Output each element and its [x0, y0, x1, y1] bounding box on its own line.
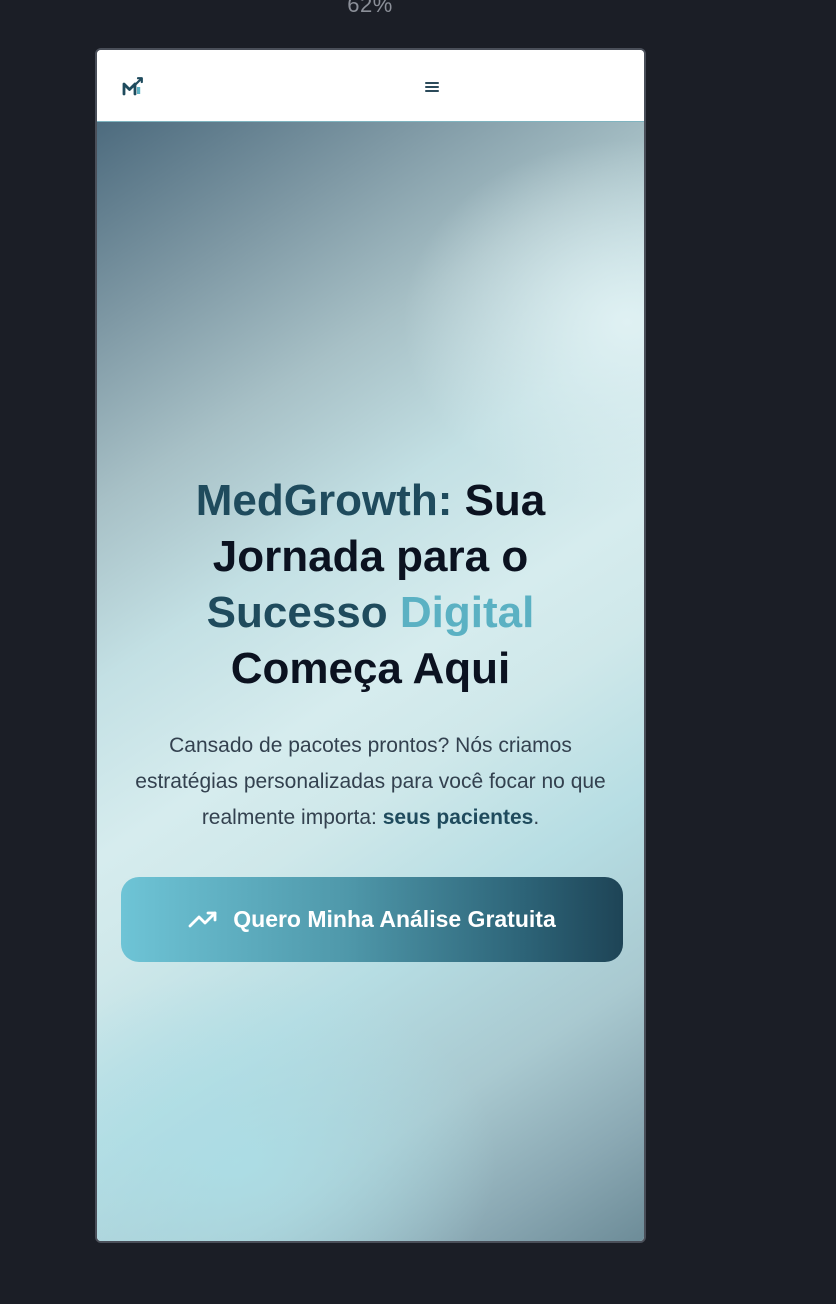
zoom-level-label: 62% [347, 0, 393, 17]
top-navbar [97, 50, 644, 122]
mobile-preview-frame: MedGrowth: Sua Jornada para o Sucesso Di… [95, 48, 646, 1243]
hero-title-brand: MedGrowth: [195, 476, 453, 525]
chart-growth-logo-icon [122, 77, 143, 96]
hero-title-space [388, 588, 400, 637]
hero-title: MedGrowth: Sua Jornada para o Sucesso Di… [137, 473, 604, 697]
cta-button-label: Quero Minha Análise Gratuita [233, 906, 556, 932]
hero-subtitle-emphasis: seus pacientes [382, 806, 534, 829]
logo-link[interactable] [121, 75, 145, 99]
hamburger-menu-icon [425, 82, 439, 92]
hero-subtitle: Cansado de pacotes prontos? Nós criamos … [117, 728, 624, 836]
hero-title-highlight: Sucesso [206, 588, 388, 637]
menu-toggle-button[interactable] [419, 74, 445, 100]
hero-section: MedGrowth: Sua Jornada para o Sucesso Di… [97, 122, 644, 1241]
free-analysis-cta-button[interactable]: Quero Minha Análise Gratuita [121, 877, 623, 962]
hero-title-highlight-digital: Digital [399, 588, 535, 637]
hero-subtitle-end: . [533, 806, 540, 829]
hero-title-end: Começa Aqui [230, 644, 511, 693]
trending-up-icon [188, 909, 218, 931]
